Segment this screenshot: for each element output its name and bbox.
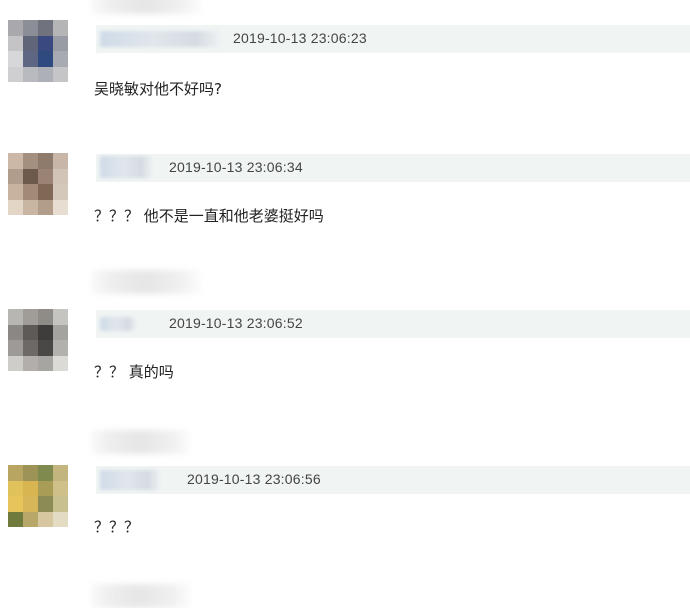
avatar-pixel xyxy=(23,20,38,36)
username-blurred[interactable] xyxy=(100,317,136,331)
avatar-pixel xyxy=(23,199,38,215)
avatar-pixel xyxy=(23,35,38,51)
blurred-content xyxy=(90,0,200,14)
avatar-pixel xyxy=(8,153,23,169)
avatar-pixel xyxy=(38,480,53,496)
avatar-pixel xyxy=(53,340,68,356)
avatar-pixel xyxy=(8,184,23,200)
avatar-pixel xyxy=(38,355,53,371)
avatar-pixel xyxy=(53,465,68,481)
comment-text: ？？？ xyxy=(94,518,140,536)
avatar-pixel xyxy=(38,20,53,36)
timestamp: 2019-10-13 23:06:52 xyxy=(169,315,303,331)
avatar-pixel xyxy=(23,184,38,200)
comment-text: ？？？ 他不是一直和他老婆挺好吗 xyxy=(94,207,324,225)
blurred-content xyxy=(90,584,190,608)
avatar-pixel xyxy=(38,324,53,340)
avatar-pixel xyxy=(8,51,23,67)
avatar-pixel xyxy=(23,66,38,82)
avatar-pixel xyxy=(23,480,38,496)
blurred-content xyxy=(90,270,200,294)
comment-header: 2019-10-13 23:06:52 xyxy=(96,310,690,338)
comment-header: 2019-10-13 23:06:56 xyxy=(96,466,690,494)
timestamp: 2019-10-13 23:06:56 xyxy=(187,471,321,487)
avatar[interactable] xyxy=(8,309,68,371)
comment-header: 2019-10-13 23:06:34 xyxy=(96,154,690,182)
avatar-pixel xyxy=(53,51,68,67)
avatar-pixel xyxy=(53,168,68,184)
avatar-pixel xyxy=(38,66,53,82)
avatar-pixel xyxy=(8,465,23,481)
username-blurred[interactable] xyxy=(100,156,152,178)
avatar-pixel xyxy=(53,184,68,200)
avatar-pixel xyxy=(53,480,68,496)
avatar-pixel xyxy=(38,51,53,67)
avatar-pixel xyxy=(23,324,38,340)
avatar-pixel xyxy=(8,511,23,527)
avatar-pixel xyxy=(38,184,53,200)
avatar-pixel xyxy=(8,355,23,371)
avatar-pixel xyxy=(8,168,23,184)
avatar-pixel xyxy=(53,511,68,527)
avatar-pixel xyxy=(23,340,38,356)
avatar-pixel xyxy=(38,496,53,512)
avatar-pixel xyxy=(38,340,53,356)
avatar-pixel xyxy=(8,35,23,51)
blurred-content xyxy=(90,430,190,454)
avatar[interactable] xyxy=(8,153,68,215)
avatar-pixel xyxy=(8,496,23,512)
avatar-pixel xyxy=(23,511,38,527)
avatar-pixel xyxy=(23,51,38,67)
avatar-pixel xyxy=(23,465,38,481)
avatar-pixel xyxy=(53,355,68,371)
comment-text: ？？ 真的吗 xyxy=(94,363,174,381)
avatar-pixel xyxy=(23,496,38,512)
avatar-pixel xyxy=(53,153,68,169)
avatar-pixel xyxy=(53,66,68,82)
avatar-pixel xyxy=(38,199,53,215)
avatar-pixel xyxy=(8,340,23,356)
avatar-pixel xyxy=(53,35,68,51)
avatar-pixel xyxy=(38,168,53,184)
avatar[interactable] xyxy=(8,20,68,82)
avatar-pixel xyxy=(23,153,38,169)
avatar-pixel xyxy=(38,35,53,51)
username-blurred[interactable] xyxy=(100,31,220,47)
comment-header: 2019-10-13 23:06:23 xyxy=(96,25,690,53)
avatar-pixel xyxy=(23,355,38,371)
avatar-pixel xyxy=(53,20,68,36)
avatar-pixel xyxy=(53,309,68,325)
avatar-pixel xyxy=(38,465,53,481)
avatar-pixel xyxy=(53,199,68,215)
avatar-pixel xyxy=(8,480,23,496)
avatar-pixel xyxy=(53,496,68,512)
comment-text: 吴晓敏对他不好吗? xyxy=(94,80,222,98)
username-blurred[interactable] xyxy=(100,470,160,490)
avatar-pixel xyxy=(53,324,68,340)
avatar-pixel xyxy=(38,511,53,527)
avatar-pixel xyxy=(8,309,23,325)
avatar-pixel xyxy=(38,153,53,169)
avatar-pixel xyxy=(8,199,23,215)
avatar-pixel xyxy=(38,309,53,325)
avatar-pixel xyxy=(23,168,38,184)
avatar[interactable] xyxy=(8,465,68,527)
avatar-pixel xyxy=(8,20,23,36)
timestamp: 2019-10-13 23:06:34 xyxy=(169,159,303,175)
timestamp: 2019-10-13 23:06:23 xyxy=(233,30,367,46)
avatar-pixel xyxy=(8,324,23,340)
avatar-pixel xyxy=(23,309,38,325)
avatar-pixel xyxy=(8,66,23,82)
